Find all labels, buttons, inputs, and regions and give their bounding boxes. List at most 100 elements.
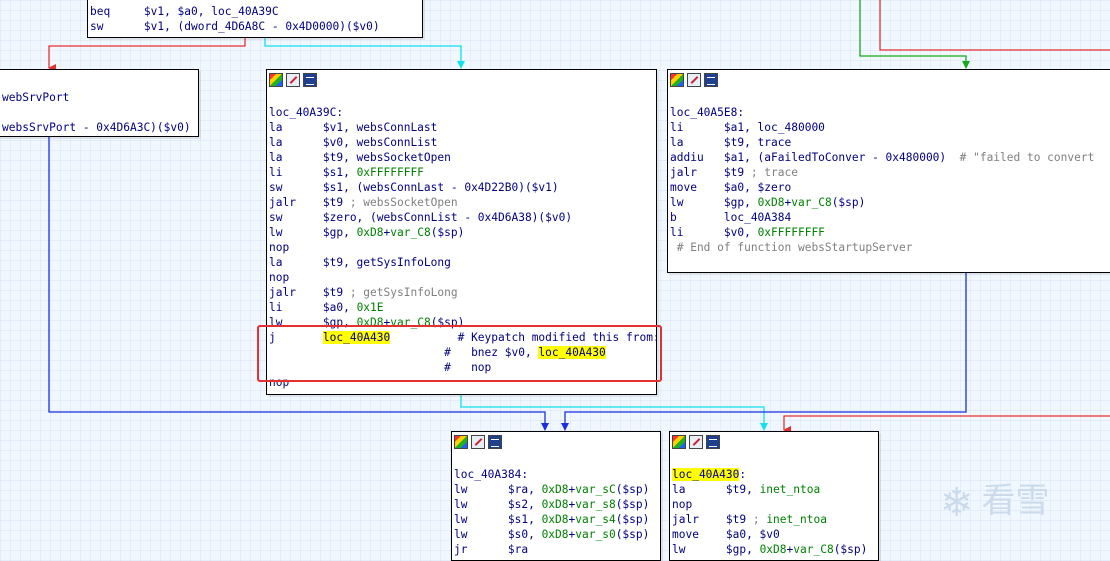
edit-icon[interactable]: [471, 435, 485, 449]
code-line[interactable]: [672, 452, 878, 467]
code-token: var_C8: [791, 196, 832, 209]
code-line[interactable]: lw $gp, 0xD8+var_C8($sp): [269, 225, 656, 240]
xref-icon[interactable]: [303, 73, 317, 87]
code-lines: loc_40A5E8: li $a1, loc_480000 la $t9, tra…: [668, 90, 1110, 255]
edit-icon[interactable]: [286, 73, 300, 87]
code-line[interactable]: lw $gp, 0xD8+var_C8($sp): [670, 195, 1110, 210]
code-line[interactable]: li $a0, 0x1E: [269, 300, 656, 315]
code-line[interactable]: jalr $t9 ; websSocketOpen: [269, 195, 656, 210]
code-token: 0xFFFFFFFF: [757, 226, 825, 239]
code-token: la $t9, getSysInfoLong: [269, 256, 451, 269]
code-line[interactable]: lw $gp, 0xD8+var_C8($sp): [672, 542, 878, 557]
edit-icon[interactable]: [689, 435, 703, 449]
code-token: sw $v1, (dword_4D6A8C - 0x4D0000)($v0): [90, 20, 380, 33]
code-line[interactable]: nop: [269, 270, 656, 285]
edge-red-top-left: [48, 36, 246, 72]
graph-icon[interactable]: [454, 435, 468, 449]
code-block-loc_40A430[interactable]: loc_40A430: la $t9, inet_ntoa nop jalr $t9 …: [669, 431, 879, 561]
graph-icon[interactable]: [670, 73, 684, 87]
code-token: jalr $t9: [269, 196, 350, 209]
code-line[interactable]: sw $zero, (websConnList - 0x4D6A38)($v0): [269, 210, 656, 225]
code-token: loc_40A5E8:: [670, 106, 745, 119]
code-line[interactable]: jalr $t9 ; getSysInfoLong: [269, 285, 656, 300]
code-line[interactable]: la $v1, websConnLast: [269, 120, 656, 135]
code-line[interactable]: sw $s1, (websConnLast - 0x4D22B0)($v1): [269, 180, 656, 195]
code-line[interactable]: [670, 90, 1110, 105]
code-line[interactable]: sw $v1, (dword_4D6A8C - 0x4D0000)($v0): [90, 19, 422, 34]
code-line[interactable]: webSrvPort: [2, 90, 198, 105]
code-token: ; trace: [750, 166, 798, 179]
code-line[interactable]: loc_40A39C:: [269, 105, 656, 120]
code-line[interactable]: b loc_40A384: [670, 210, 1110, 225]
code-line[interactable]: jr $ra: [454, 542, 660, 557]
snowflake-icon: ❄: [940, 479, 974, 526]
xref-icon[interactable]: [706, 435, 720, 449]
code-line[interactable]: li $v0, 0xFFFFFFFF: [670, 225, 1110, 240]
code-line[interactable]: la $t9, websSocketOpen: [269, 150, 656, 165]
xref-icon[interactable]: [488, 435, 502, 449]
code-line[interactable]: # End of function websStartupServer: [670, 240, 1110, 255]
code-token: lw $s2,: [454, 498, 542, 511]
code-token: loc_40A39C:: [269, 106, 344, 119]
code-line[interactable]: move $a0, $zero: [670, 180, 1110, 195]
code-lines: loc_40A430: la $t9, inet_ntoa nop jalr $t9 …: [670, 452, 878, 557]
highlighted-label[interactable]: loc_40A430: [672, 468, 740, 481]
code-token: lw $s0,: [454, 528, 542, 541]
code-line[interactable]: move $a0, $v0: [672, 527, 878, 542]
code-line[interactable]: addiu $a1, (aFailedToConver - 0x480000) …: [670, 150, 1110, 165]
code-line[interactable]: [269, 90, 656, 105]
edit-icon[interactable]: [687, 73, 701, 87]
code-line[interactable]: la $v0, websConnList: [269, 135, 656, 150]
code-token: move $a0, $zero: [670, 181, 792, 194]
code-line[interactable]: la $t9, inet_ntoa: [672, 482, 878, 497]
code-line[interactable]: li $s1, 0xFFFFFFFF: [269, 165, 656, 180]
code-line[interactable]: la $t9, trace: [670, 135, 1110, 150]
code-line[interactable]: lw $ra, 0xD8+var_sC($sp): [454, 482, 660, 497]
watermark-text: 看雪: [981, 481, 1050, 521]
code-line[interactable]: [2, 105, 198, 120]
code-token: sw $s1, (websConnLast - 0x4D22B0)($v1): [269, 181, 559, 194]
code-block-loc_40A5E8[interactable]: loc_40A5E8: li $a1, loc_480000 la $t9, tra…: [667, 69, 1110, 273]
block-toolbar: [668, 70, 1110, 90]
code-block-top[interactable]: beq $v1, $a0, loc_40A39C sw $v1, (dword_4…: [87, 0, 423, 38]
code-line[interactable]: loc_40A430:: [672, 467, 878, 482]
code-line[interactable]: lw $s1, 0xD8+var_s4($sp): [454, 512, 660, 527]
code-line[interactable]: jalr $t9 ; inet_ntoa: [672, 512, 878, 527]
code-line[interactable]: beq $v1, $a0, loc_40A39C: [90, 4, 422, 19]
code-token: li $s1,: [269, 166, 357, 179]
code-lines: loc_40A384: lw $ra, 0xD8+var_sC($sp) lw $s…: [452, 452, 660, 557]
code-line[interactable]: lw $s0, 0xD8+var_s0($sp): [454, 527, 660, 542]
code-token: var_s0: [575, 528, 616, 541]
code-line[interactable]: loc_40A384:: [454, 467, 660, 482]
code-line[interactable]: la $t9, getSysInfoLong: [269, 255, 656, 270]
code-token: 0xD8: [541, 513, 569, 526]
code-line[interactable]: [454, 452, 660, 467]
code-token: move $a0, $v0: [672, 528, 780, 541]
code-token: lw $ra,: [454, 483, 542, 496]
code-token: ; getSysInfoLong: [349, 286, 458, 299]
code-line[interactable]: nop: [672, 497, 878, 512]
code-token: ;: [752, 513, 767, 526]
block-toolbar: [0, 70, 198, 90]
code-block-loc_40A384[interactable]: loc_40A384: lw $ra, 0xD8+var_sC($sp) lw $s…: [451, 431, 661, 561]
code-token: ; websSocketOpen: [349, 196, 458, 209]
code-block-websSrvPort[interactable]: webSrvPort websSrvPort - 0x4D6A3C)($v0): [0, 69, 199, 137]
code-token: inet_ntoa: [766, 513, 827, 526]
code-token: lw $gp,: [670, 196, 758, 209]
code-token: jalr $t9: [670, 166, 751, 179]
xref-icon[interactable]: [704, 73, 718, 87]
code-line[interactable]: jalr $t9 ; trace: [670, 165, 1110, 180]
code-token: la $v0, websConnList: [269, 136, 438, 149]
code-line[interactable]: lw $s2, 0xD8+var_s8($sp): [454, 497, 660, 512]
code-line[interactable]: websSrvPort - 0x4D6A3C)($v0): [2, 120, 198, 135]
code-token: addiu $a1, (aFailedToConver - 0x480000): [670, 151, 960, 164]
code-token: websSrvPort - 0x4D6A3C)($v0): [2, 121, 191, 134]
code-line[interactable]: loc_40A5E8:: [670, 105, 1110, 120]
code-line[interactable]: nop: [269, 240, 656, 255]
code-token: 0xD8: [541, 528, 569, 541]
graph-icon[interactable]: [269, 73, 283, 87]
code-line[interactable]: li $a1, loc_480000: [670, 120, 1110, 135]
graph-icon[interactable]: [672, 435, 686, 449]
edge-green-right: [859, 0, 970, 69]
code-token: lw $gp,: [672, 543, 760, 556]
